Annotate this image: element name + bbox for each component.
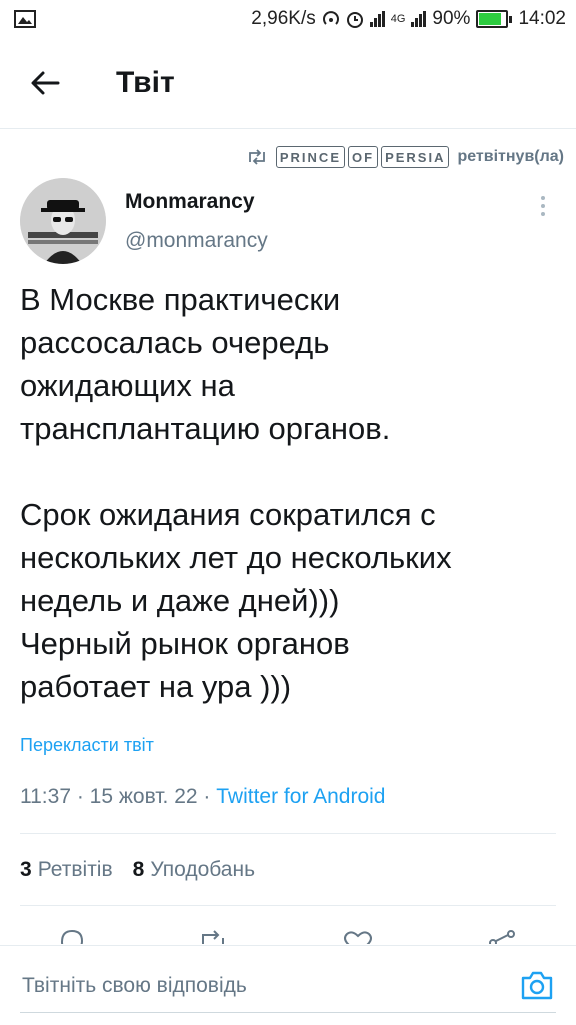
battery-icon: [476, 10, 513, 28]
author-name[interactable]: Monmarancy: [125, 190, 255, 214]
author-handle[interactable]: @monmarancy: [125, 229, 268, 253]
tweet-actions: [0, 928, 576, 944]
reply-underline: [20, 1012, 556, 1013]
camera-icon[interactable]: [520, 968, 554, 1002]
like-icon[interactable]: [343, 928, 373, 944]
retweet-icon: [248, 149, 265, 165]
reply-icon[interactable]: [57, 928, 87, 944]
status-bar: 2,96K/s 4G 90% 14:02: [0, 0, 576, 38]
reply-input[interactable]: Твітніть свою відповідь: [22, 974, 247, 998]
battery-percent: 90%: [432, 8, 471, 29]
tweet-timestamp: 11:37 · 15 жовт. 22 ·: [20, 785, 217, 808]
avatar[interactable]: [20, 178, 106, 264]
share-icon[interactable]: [487, 928, 517, 944]
tweet-meta: 11:37 · 15 жовт. 22 · Twitter for Androi…: [20, 785, 386, 809]
hotspot-icon: [322, 11, 339, 25]
app-header: Твіт: [0, 38, 576, 129]
signal-2-icon: [411, 11, 427, 27]
divider: [20, 905, 556, 906]
reply-bar: Твітніть свою відповідь: [0, 945, 576, 1025]
likes-count: 8: [132, 858, 145, 881]
retweets-label: Ретвітів: [37, 858, 113, 881]
tweet-text: В Москве практически рассосалась очередь…: [20, 282, 452, 704]
alarm-icon: [346, 12, 363, 28]
signal-1-icon: [369, 11, 385, 27]
retweeter-name-part: OF: [348, 146, 379, 168]
back-arrow-icon[interactable]: [28, 66, 62, 100]
retweets-stat[interactable]: 3 Ретвітів: [20, 858, 113, 882]
page-title: Твіт: [116, 66, 175, 99]
retweets-count: 3: [20, 858, 32, 881]
likes-label: Уподобань: [150, 858, 256, 881]
translate-tweet-link[interactable]: Перекласти твіт: [20, 735, 154, 756]
retweet-label: ретвітнув(ла): [457, 148, 564, 165]
retweeter-name-part: PRINCE: [275, 146, 345, 168]
retweeter-name-part: PERSIA: [381, 146, 450, 168]
likes-stat[interactable]: 8 Уподобань: [133, 858, 255, 882]
more-options-icon[interactable]: [538, 194, 548, 218]
retweeter-name[interactable]: PRINCE OF PERSIA: [275, 146, 450, 168]
retweet-action-icon[interactable]: [198, 928, 228, 944]
clock: 14:02: [518, 8, 566, 29]
network-speed: 2,96K/s: [251, 8, 316, 29]
tweet-source-link[interactable]: Twitter for Android: [216, 785, 385, 808]
retweet-context[interactable]: PRINCE OF PERSIA ретвітнув(ла): [246, 146, 564, 168]
network-type: 4G: [390, 13, 406, 25]
divider: [20, 833, 556, 834]
tweet-stats: 3 Ретвітів 8 Уподобань: [20, 858, 255, 882]
gallery-notification-icon: [14, 10, 36, 28]
